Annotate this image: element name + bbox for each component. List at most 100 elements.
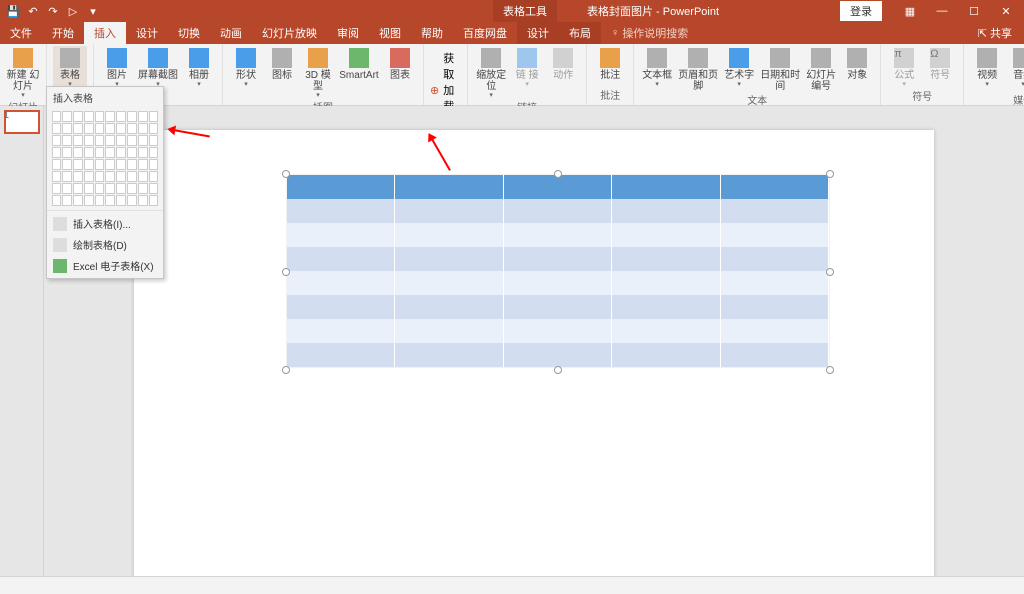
table-cell[interactable] (395, 175, 503, 199)
grid-cell[interactable] (52, 195, 62, 206)
grid-cell[interactable] (105, 135, 115, 146)
tab-view[interactable]: 视图 (369, 22, 411, 44)
grid-cell[interactable] (116, 195, 126, 206)
grid-cell[interactable] (52, 147, 62, 158)
selection-handle[interactable] (282, 170, 290, 178)
grid-cell[interactable] (127, 111, 137, 122)
grid-cell[interactable] (84, 171, 94, 182)
wordart-button[interactable]: 艺术字▾ (722, 46, 756, 88)
link-button[interactable]: 链 接▾ (510, 46, 544, 88)
table-cell[interactable] (287, 175, 395, 199)
comment-button[interactable]: 批注 (593, 46, 627, 81)
table-row[interactable] (287, 247, 829, 271)
table-cell[interactable] (504, 223, 612, 247)
undo-icon[interactable]: ↶ (26, 4, 40, 18)
table-cell[interactable] (395, 271, 503, 295)
table-cell[interactable] (287, 271, 395, 295)
redo-icon[interactable]: ↷ (46, 4, 60, 18)
table-size-grid[interactable] (47, 108, 163, 208)
grid-cell[interactable] (138, 135, 148, 146)
grid-cell[interactable] (95, 195, 105, 206)
table-cell[interactable] (287, 295, 395, 319)
selection-handle[interactable] (826, 170, 834, 178)
table-row[interactable] (287, 343, 829, 367)
chart-button[interactable]: 图表 (383, 46, 417, 81)
inserted-table[interactable] (286, 174, 830, 368)
3d-models-button[interactable]: 3D 模型▾ (301, 46, 335, 99)
table-cell[interactable] (395, 199, 503, 223)
table-cell[interactable] (721, 295, 829, 319)
selection-handle[interactable] (554, 366, 562, 374)
save-icon[interactable]: 💾 (6, 4, 20, 18)
table-cell[interactable] (395, 295, 503, 319)
grid-cell[interactable] (105, 147, 115, 158)
grid-cell[interactable] (73, 147, 83, 158)
tab-review[interactable]: 审阅 (327, 22, 369, 44)
display-options-icon[interactable]: ▦ (896, 1, 924, 21)
table-cell[interactable] (395, 223, 503, 247)
table-cell[interactable] (504, 247, 612, 271)
grid-cell[interactable] (84, 135, 94, 146)
minimize-icon[interactable]: — (928, 1, 956, 21)
table-cell[interactable] (612, 271, 720, 295)
tab-help[interactable]: 帮助 (411, 22, 453, 44)
grid-cell[interactable] (95, 147, 105, 158)
grid-cell[interactable] (138, 183, 148, 194)
table-cell[interactable] (504, 319, 612, 343)
date-time-button[interactable]: 日期和时间 (758, 46, 802, 92)
grid-cell[interactable] (73, 123, 83, 134)
grid-cell[interactable] (62, 147, 72, 158)
table-cell[interactable] (287, 247, 395, 271)
tab-file[interactable]: 文件 (0, 22, 42, 44)
grid-cell[interactable] (127, 171, 137, 182)
table-cell[interactable] (612, 295, 720, 319)
tab-transitions[interactable]: 切换 (168, 22, 210, 44)
screenshot-button[interactable]: 屏幕截图▾ (136, 46, 180, 88)
grid-cell[interactable] (84, 147, 94, 158)
symbol-button[interactable]: Ω符号 (923, 46, 957, 81)
grid-cell[interactable] (116, 123, 126, 134)
header-footer-button[interactable]: 页眉和页脚 (676, 46, 720, 92)
table-cell[interactable] (504, 199, 612, 223)
draw-table-item[interactable]: 绘制表格(D) (47, 234, 163, 255)
grid-cell[interactable] (84, 159, 94, 170)
table-cell[interactable] (721, 343, 829, 367)
table-cell[interactable] (721, 319, 829, 343)
tab-home[interactable]: 开始 (42, 22, 84, 44)
grid-cell[interactable] (149, 171, 159, 182)
grid-cell[interactable] (62, 123, 72, 134)
grid-cell[interactable] (73, 111, 83, 122)
grid-cell[interactable] (138, 147, 148, 158)
table-cell[interactable] (504, 175, 612, 199)
grid-cell[interactable] (84, 195, 94, 206)
icons-button[interactable]: 图标 (265, 46, 299, 81)
table-cell[interactable] (721, 175, 829, 199)
grid-cell[interactable] (105, 195, 115, 206)
table-cell[interactable] (287, 199, 395, 223)
grid-cell[interactable] (127, 195, 137, 206)
grid-cell[interactable] (52, 111, 62, 122)
grid-cell[interactable] (116, 111, 126, 122)
grid-cell[interactable] (73, 195, 83, 206)
grid-cell[interactable] (149, 183, 159, 194)
grid-cell[interactable] (95, 123, 105, 134)
slide-editor[interactable] (44, 106, 1024, 576)
grid-cell[interactable] (52, 183, 62, 194)
tab-design[interactable]: 设计 (126, 22, 168, 44)
grid-cell[interactable] (95, 183, 105, 194)
grid-cell[interactable] (62, 135, 72, 146)
grid-cell[interactable] (105, 123, 115, 134)
video-button[interactable]: 视频▾ (970, 46, 1004, 88)
table-cell[interactable] (395, 343, 503, 367)
table-row[interactable] (287, 175, 829, 199)
table-row[interactable] (287, 271, 829, 295)
close-icon[interactable]: ✕ (992, 1, 1020, 21)
grid-cell[interactable] (105, 111, 115, 122)
table-cell[interactable] (721, 199, 829, 223)
slide-number-button[interactable]: 幻灯片 编号 (804, 46, 838, 92)
grid-cell[interactable] (73, 171, 83, 182)
selection-handle[interactable] (282, 366, 290, 374)
qat-more-icon[interactable]: ▾ (86, 4, 100, 18)
table-button[interactable]: 表格▾ (53, 46, 87, 88)
new-slide-button[interactable]: 新建 幻灯片▾ (6, 46, 40, 99)
